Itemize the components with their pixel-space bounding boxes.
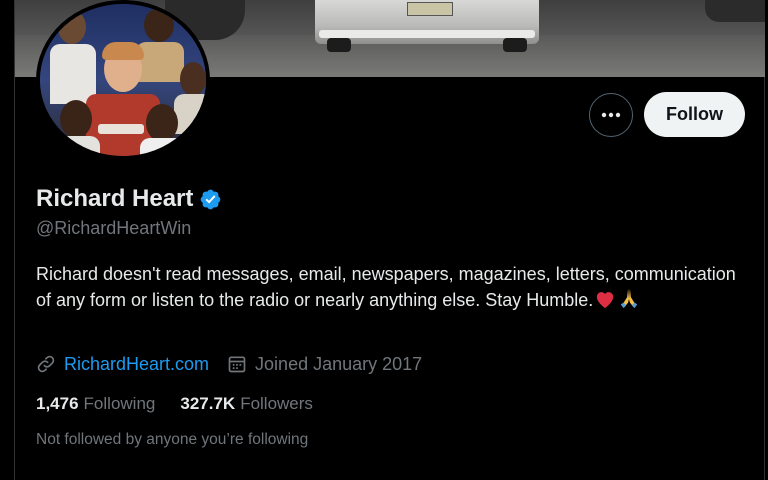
verified-badge-icon[interactable] bbox=[199, 188, 222, 211]
profile-bio: Richard doesn't read messages, email, ne… bbox=[36, 261, 736, 313]
profile-avatar[interactable] bbox=[36, 0, 210, 160]
display-name: Richard Heart bbox=[36, 185, 194, 212]
followers-count: 327.7K bbox=[180, 394, 236, 413]
following-count: 1,476 bbox=[36, 394, 79, 413]
joined-item: Joined January 2017 bbox=[227, 354, 422, 375]
banner-car bbox=[315, 0, 539, 52]
profile-page: Follow Richard Heart @RichardHeartWin Ri… bbox=[0, 0, 768, 480]
following-label: Following bbox=[83, 394, 156, 413]
follow-button[interactable]: Follow bbox=[644, 92, 745, 137]
follow-stats: 1,476 Following 327.7K Followers bbox=[36, 392, 313, 416]
mutual-followers-text: Not followed by anyone you’re following bbox=[36, 431, 309, 448]
folded-hands-icon bbox=[621, 288, 638, 309]
user-handle: @RichardHeartWin bbox=[36, 218, 192, 238]
red-heart-icon bbox=[597, 292, 614, 309]
more-options-button[interactable] bbox=[589, 93, 633, 137]
joined-date: Joined January 2017 bbox=[255, 353, 423, 374]
website-item: RichardHeart.com bbox=[36, 354, 209, 375]
profile-meta: RichardHeart.com Joined January 2017 bbox=[36, 351, 422, 377]
calendar-icon bbox=[228, 356, 246, 373]
name-row: Richard Heart bbox=[36, 183, 222, 215]
followers-label: Followers bbox=[240, 394, 313, 413]
left-border bbox=[0, 0, 15, 480]
following-stat[interactable]: 1,476 Following bbox=[36, 394, 155, 414]
link-icon bbox=[37, 355, 55, 373]
website-link[interactable]: RichardHeart.com bbox=[64, 354, 209, 375]
followers-stat[interactable]: 327.7K Followers bbox=[180, 394, 313, 414]
more-dots-icon bbox=[601, 112, 621, 118]
